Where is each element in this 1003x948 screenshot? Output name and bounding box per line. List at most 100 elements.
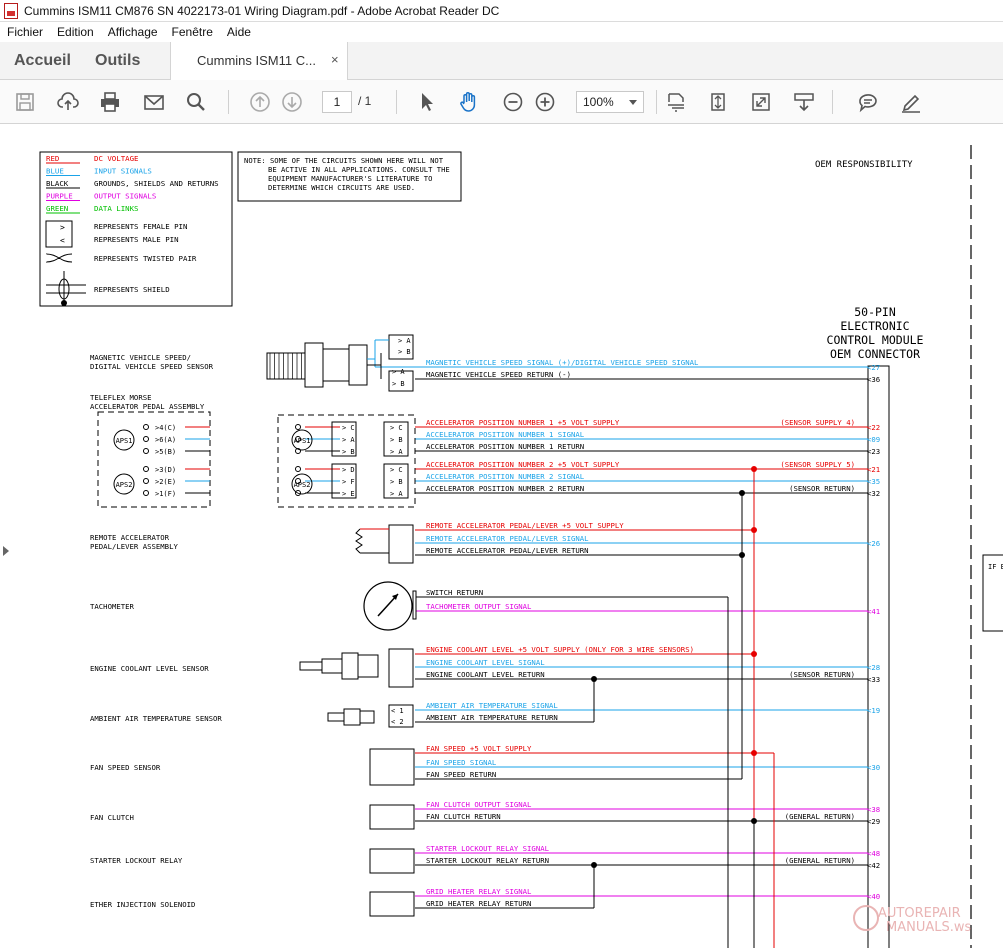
pedal-conn-label: > D [342, 466, 355, 474]
connector-pin-label: <23 [867, 447, 880, 456]
pedal-pin-circle [295, 466, 301, 472]
connector-pin-label: <48 [867, 849, 880, 858]
connector-pin-label: <38 [867, 805, 880, 814]
legend-symbol-female: REPRESENTS FEMALE PIN [94, 222, 187, 231]
speed-sensor-nut [348, 344, 368, 386]
junction-dot [751, 527, 757, 533]
legend-female-pin-symbol [45, 220, 73, 248]
email-icon[interactable] [141, 89, 167, 115]
menu-edition[interactable]: Edition [50, 25, 101, 39]
wire-label: STARTER LOCKOUT RELAY SIGNAL [426, 844, 550, 853]
wire-label: REMOTE ACCELERATOR PEDAL/LEVER RETURN [426, 546, 589, 555]
menu-aide[interactable]: Aide [220, 25, 258, 39]
connector-title: ELECTRONIC [840, 319, 909, 333]
speed-pin-label: > B [398, 348, 411, 356]
pedal-pin-circle [143, 478, 149, 484]
zoom-in-icon[interactable] [532, 89, 558, 115]
connector-pin-label: <40 [867, 892, 880, 901]
legend-color-meaning: DATA LINKS [94, 204, 139, 213]
menu-fichier[interactable]: Fichier [0, 25, 50, 39]
junction-dot [591, 862, 597, 868]
document-viewport[interactable]: IF E RED DC VOLTAGE BLUE INPUT SIGNALS BLACK G… [0, 125, 1003, 948]
coolant-probe [299, 661, 323, 671]
remote-accel-resistor [355, 528, 363, 554]
upload-cloud-icon[interactable] [55, 89, 81, 115]
component-label: TELEFLEX MORSE [90, 393, 152, 402]
legend-color-name: GREEN [46, 204, 68, 213]
wire-note: (GENERAL RETURN) [785, 812, 855, 821]
legend-shield-dot [61, 300, 67, 306]
full-screen-icon[interactable] [748, 89, 774, 115]
read-mode-icon[interactable] [791, 89, 817, 115]
component-label: STARTER LOCKOUT RELAY [90, 856, 183, 865]
speed-pin-label: > A [398, 337, 411, 345]
connector-pin-label: <33 [867, 675, 880, 684]
zoom-out-icon[interactable] [500, 89, 526, 115]
connector-pin-label: <35 [867, 477, 880, 486]
previous-page-icon[interactable] [247, 89, 273, 115]
fan-clutch-box [369, 804, 415, 830]
toolbar-separator [396, 90, 397, 114]
menu-fenetre[interactable]: Fenêtre [165, 25, 220, 39]
junction-dot [591, 676, 597, 682]
tab-accueil[interactable]: Accueil [14, 52, 71, 70]
page-fit-scroll-icon[interactable] [663, 89, 689, 115]
wire-label: ACCELERATOR POSITION NUMBER 2 RETURN [426, 484, 584, 493]
fit-page-icon[interactable] [705, 89, 731, 115]
close-tab-icon[interactable]: × [331, 52, 339, 67]
pedal-pin-label: >1(F) [155, 490, 176, 498]
pedal-conn-label: > E [342, 490, 355, 498]
hand-tool-icon[interactable] [456, 89, 482, 115]
page-number-input[interactable]: 1 [322, 91, 352, 113]
oem-responsibility-label: OEM RESPONSIBILITY [815, 160, 913, 170]
air-temp-pin-label: < 2 [391, 718, 404, 726]
tab-document[interactable]: Cummins ISM11 C... × [170, 42, 348, 80]
zoom-level-select[interactable]: 100% [576, 91, 644, 113]
next-page-icon[interactable] [279, 89, 305, 115]
wire-label: ENGINE COOLANT LEVEL SIGNAL [426, 658, 545, 667]
wire-label: FAN SPEED RETURN [426, 770, 496, 779]
tab-outils[interactable]: Outils [95, 52, 140, 70]
air-temp-pin-label: < 1 [391, 707, 404, 715]
wire-label: FAN SPEED SIGNAL [426, 758, 497, 767]
wire-label: ENGINE COOLANT LEVEL RETURN [426, 670, 545, 679]
tachometer-terminal [412, 590, 417, 620]
save-icon[interactable] [12, 89, 38, 115]
menu-bar: Fichier Edition Affichage Fenêtre Aide [0, 22, 1003, 42]
search-icon[interactable] [183, 89, 209, 115]
connector-pin-label: <28 [867, 663, 880, 672]
pedal-conn-label-b: > A [390, 490, 403, 498]
wire-label: FAN SPEED +5 VOLT SUPPLY [426, 744, 532, 753]
right-edge-box-text: IF E [988, 563, 1003, 571]
speed-pin-label: > B [392, 380, 405, 388]
wire-label: ENGINE COOLANT LEVEL +5 VOLT SUPPLY (ONL… [426, 645, 694, 654]
menu-affichage[interactable]: Affichage [101, 25, 165, 39]
wire-label: STARTER LOCKOUT RELAY RETURN [426, 856, 549, 865]
highlight-pen-icon[interactable] [898, 89, 924, 115]
speed-sensor-thread [266, 352, 306, 380]
wire-label: SWITCH RETURN [426, 588, 483, 597]
wire-label: ACCELERATOR POSITION NUMBER 1 +5 VOLT SU… [426, 418, 620, 427]
connector-pin-label: <42 [867, 861, 880, 870]
comment-icon[interactable] [855, 89, 881, 115]
select-cursor-icon[interactable] [414, 89, 440, 115]
component-label: TACHOMETER [90, 602, 135, 611]
legend-color-name: RED [46, 154, 59, 163]
toolbar: 1 / 1 100% [0, 80, 1003, 124]
component-label: AMBIENT AIR TEMPERATURE SENSOR [90, 714, 222, 723]
print-icon[interactable] [97, 89, 123, 115]
speed-sensor-body [322, 348, 350, 382]
component-label: ACCELERATOR PEDAL ASSEMBLY [90, 402, 205, 411]
pdf-file-icon [4, 2, 18, 19]
legend-male-glyph: < [60, 236, 65, 245]
tab-bar: Accueil Outils Cummins ISM11 C... × [0, 42, 1003, 80]
connector-pin-label: <27 [867, 363, 880, 372]
watermark-text: MANUALS.ws [886, 920, 972, 935]
wire-label: ACCELERATOR POSITION NUMBER 2 +5 VOLT SU… [426, 460, 620, 469]
wire-label: ACCELERATOR POSITION NUMBER 1 RETURN [426, 442, 584, 451]
remote-accel-plug [388, 524, 414, 564]
wire-label: TACHOMETER OUTPUT SIGNAL [426, 602, 532, 611]
component-label: ENGINE COOLANT LEVEL SENSOR [90, 664, 209, 673]
connector-pin-label: <36 [867, 375, 880, 384]
wire-label: AMBIENT AIR TEMPERATURE RETURN [426, 713, 558, 722]
